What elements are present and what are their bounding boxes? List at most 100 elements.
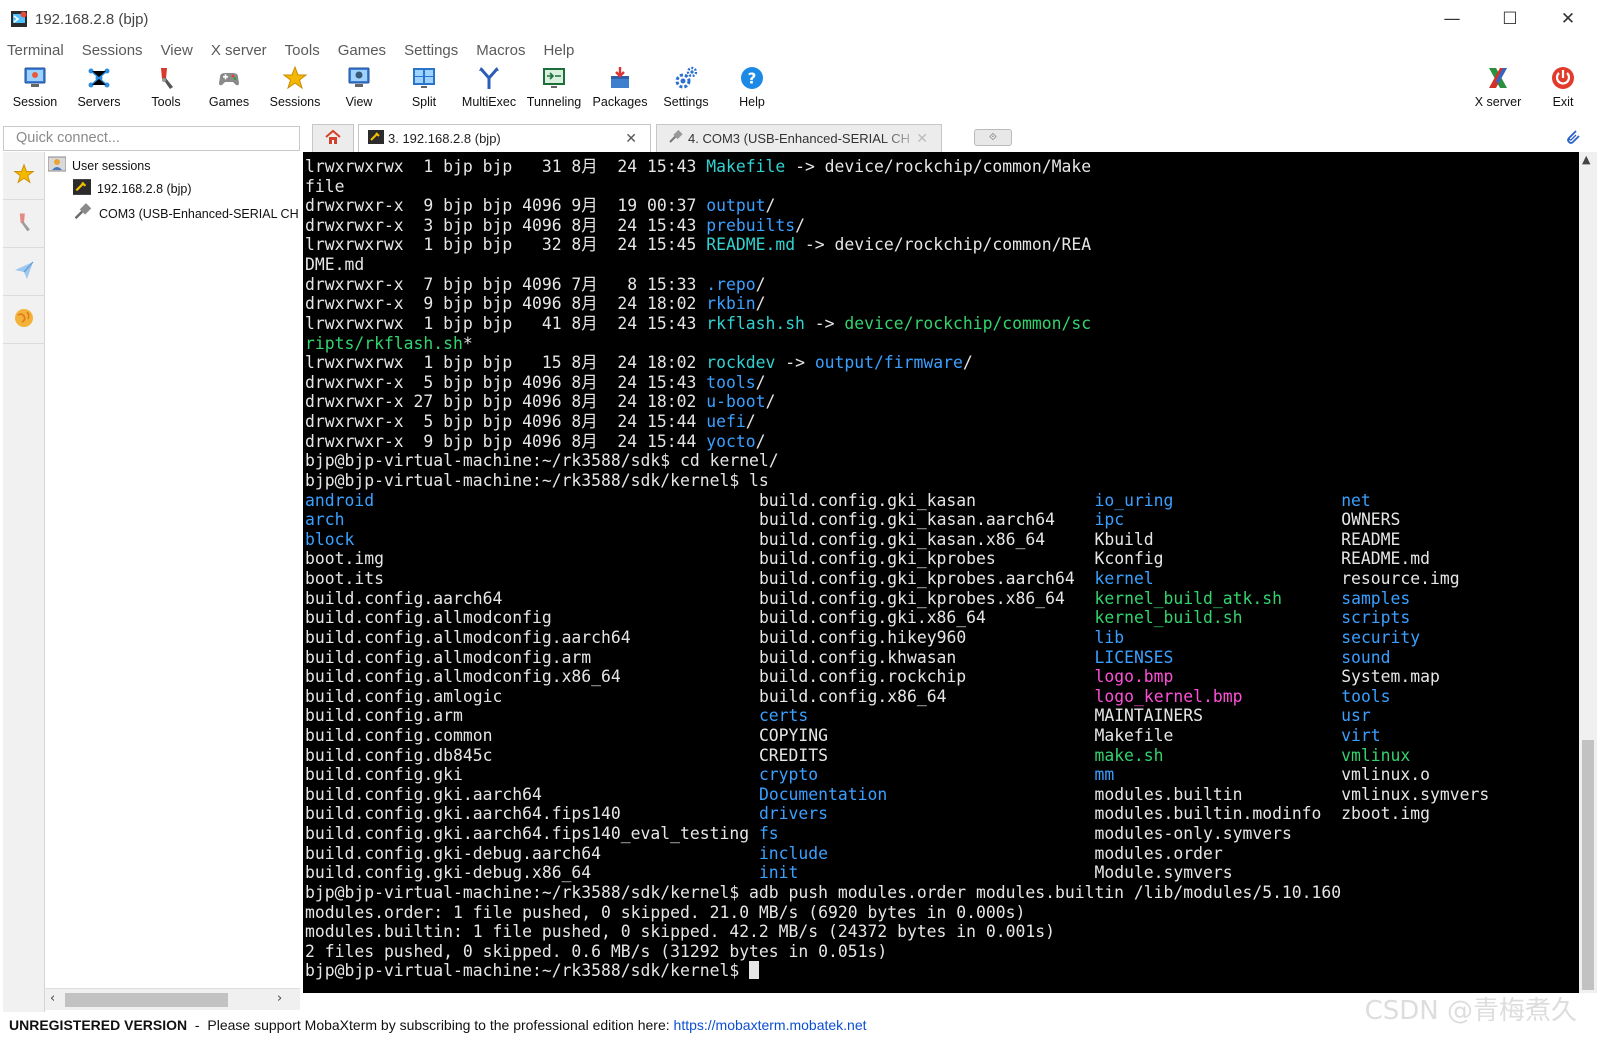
terminal-text: ->: [804, 313, 845, 333]
terminal-text: samples: [1341, 588, 1411, 608]
terminal-line: modules.order: 1 file pushed, 0 skipped.…: [305, 903, 1025, 923]
scrollbar-thumb[interactable]: [65, 993, 228, 1007]
terminal-text: Module.symvers: [1094, 863, 1233, 883]
menu-tools[interactable]: Tools: [285, 42, 320, 59]
sftp-sidebar-button[interactable]: [3, 248, 45, 296]
menu-games[interactable]: Games: [338, 42, 386, 59]
tree-horizontal-scrollbar[interactable]: ‹ ›: [45, 988, 300, 1010]
terminal-text: /: [795, 215, 805, 235]
terminal-text: rockdev: [706, 353, 776, 373]
tools-button[interactable]: Tools: [146, 62, 186, 118]
terminal-text: build.config.gki_kasan.x86_64: [758, 529, 1046, 549]
terminal-line: build.config.gki-debug.aarch64 include m…: [305, 844, 1223, 864]
close-tab-icon[interactable]: ✕: [916, 131, 928, 147]
games-button[interactable]: Games: [206, 62, 252, 118]
terminal-text: build.config.aarch64: [305, 588, 503, 608]
view-button[interactable]: View: [340, 62, 378, 118]
scroll-left-icon[interactable]: ‹: [50, 991, 55, 1006]
terminal-text: MAINTAINERS: [1094, 706, 1204, 726]
terminal-text: LICENSES: [1094, 647, 1174, 667]
multiexec-button[interactable]: MultiExec: [461, 62, 517, 118]
help-icon: ?: [739, 65, 765, 91]
tab-ssh-session[interactable]: 3. 192.168.2.8 (bjp) ✕: [358, 124, 651, 152]
menu-terminal[interactable]: Terminal: [7, 42, 64, 59]
minimize-button[interactable]: —: [1423, 0, 1481, 38]
terminal-text: build.config.gki_kprobes.aarch64: [758, 569, 1075, 589]
macros-sidebar-button[interactable]: [3, 296, 45, 344]
menu-settings[interactable]: Settings: [404, 42, 458, 59]
terminal-text: 2 files pushed, 0 skipped. 0.6 MB/s (312…: [305, 941, 888, 961]
sessions-sidebar-button[interactable]: [3, 152, 45, 200]
terminal-text: arch: [305, 510, 345, 530]
terminal-text: modules-only.symvers: [1094, 824, 1292, 844]
menu-macros[interactable]: Macros: [476, 42, 525, 59]
paper-plane-icon: [13, 259, 35, 284]
tree-root-user-sessions[interactable]: User sessions: [47, 156, 151, 175]
tree-item-serial[interactable]: COM3 (USB-Enhanced-SERIAL CH: [73, 203, 299, 224]
tree-item-ssh[interactable]: 192.168.2.8 (bjp): [73, 179, 192, 198]
session-icon: [22, 65, 48, 91]
terminal-text: Makefile: [706, 157, 786, 176]
menu-view[interactable]: View: [161, 42, 193, 59]
terminal-line: boot.img build.config.gki_kprobes Kconfi…: [305, 549, 1430, 569]
new-tab-button[interactable]: ⟐: [974, 129, 1012, 146]
terminal-text: build.config.allmodconfig.aarch64: [305, 627, 631, 647]
terminal-text: security: [1341, 627, 1421, 647]
servers-icon: [86, 65, 112, 91]
terminal-line: drwxrwxr-x 27 bjp bjp 4096 8月 24 18:02 u…: [305, 392, 775, 412]
tunneling-button[interactable]: Tunneling: [524, 62, 584, 118]
terminal-text: /: [755, 294, 766, 314]
terminal-line: build.config.gki.aarch64 Documentation m…: [305, 785, 1489, 805]
exit-button[interactable]: Exit: [1548, 62, 1578, 118]
terminal-text: device/rockchip/common/sc: [844, 313, 1092, 333]
xserver-button[interactable]: X server: [1472, 62, 1524, 118]
terminal-text: vmlinux.symvers: [1341, 784, 1490, 804]
packages-button[interactable]: Packages: [592, 62, 648, 118]
close-window-button[interactable]: ✕: [1539, 0, 1597, 38]
terminal-text: include: [758, 843, 829, 863]
tab-serial-label: 4. COM3 (USB-Enhanced-SERIAL CH: [688, 131, 911, 146]
servers-button[interactable]: Servers: [76, 62, 122, 118]
close-tab-icon[interactable]: ✕: [625, 131, 637, 147]
terminal-text: vmlinux: [1341, 745, 1411, 765]
terminal-text: build.config.gki.aarch64: [305, 784, 542, 804]
maximize-button[interactable]: ☐: [1481, 0, 1539, 38]
terminal-output[interactable]: lrwxrwxrwx 1 bjp bjp 31 8月 24 15:43 Make…: [303, 152, 1579, 993]
quick-connect-input[interactable]: Quick connect...: [3, 126, 300, 151]
menu-bar: Terminal Sessions View X server Tools Ga…: [0, 38, 592, 62]
scroll-right-icon[interactable]: ›: [277, 991, 282, 1006]
terminal-text: ->: [775, 353, 815, 373]
terminal-line: build.config.allmodconfig.arm build.conf…: [305, 648, 1391, 668]
menu-xserver[interactable]: X server: [211, 42, 267, 59]
menu-sessions[interactable]: Sessions: [82, 42, 143, 59]
menu-help[interactable]: Help: [543, 42, 574, 59]
terminal-text: kernel: [1094, 569, 1154, 589]
tab-serial-session[interactable]: 4. COM3 (USB-Enhanced-SERIAL CH ✕: [656, 124, 942, 153]
terminal-text: fs: [758, 824, 779, 844]
terminal-text: DME.md: [305, 255, 365, 275]
terminal-vertical-scrollbar[interactable]: ▲: [1579, 152, 1597, 993]
terminal-text: lrwxrwxrwx 1 bjp bjp 41 8月 24 15:43: [305, 313, 707, 333]
split-button[interactable]: Split: [407, 62, 441, 118]
scroll-up-icon[interactable]: ▲: [1582, 153, 1590, 166]
terminal-line: file: [305, 177, 344, 197]
settings-button[interactable]: Settings: [660, 62, 712, 118]
help-button[interactable]: ? Help: [735, 62, 769, 118]
terminal-line: drwxrwxr-x 9 bjp bjp 4096 8月 24 15:44 yo…: [305, 432, 765, 452]
session-button[interactable]: Session: [12, 62, 58, 118]
mobatek-link[interactable]: https://mobaxterm.mobatek.net: [674, 1017, 867, 1033]
terminal-text: uefi: [706, 412, 746, 432]
home-tab[interactable]: [312, 124, 354, 152]
terminal-text: build.config.allmodconfig.arm: [305, 647, 592, 667]
terminal-text: usr: [1341, 706, 1371, 726]
terminal-text: -> device/rockchip/common/REA: [795, 235, 1092, 255]
sessions-button[interactable]: Sessions: [269, 62, 321, 118]
multiexec-icon: [476, 65, 502, 91]
terminal-text: lrwxrwxrwx 1 bjp bjp 31 8月 24 15:43: [305, 157, 707, 176]
scrollbar-thumb[interactable]: [1582, 740, 1594, 990]
star-icon: [282, 65, 308, 91]
paperclip-icon[interactable]: [1564, 128, 1582, 149]
tools-sidebar-button[interactable]: [3, 200, 45, 248]
terminal-text: /: [755, 372, 766, 392]
terminal-text: output/firmware: [814, 353, 963, 373]
